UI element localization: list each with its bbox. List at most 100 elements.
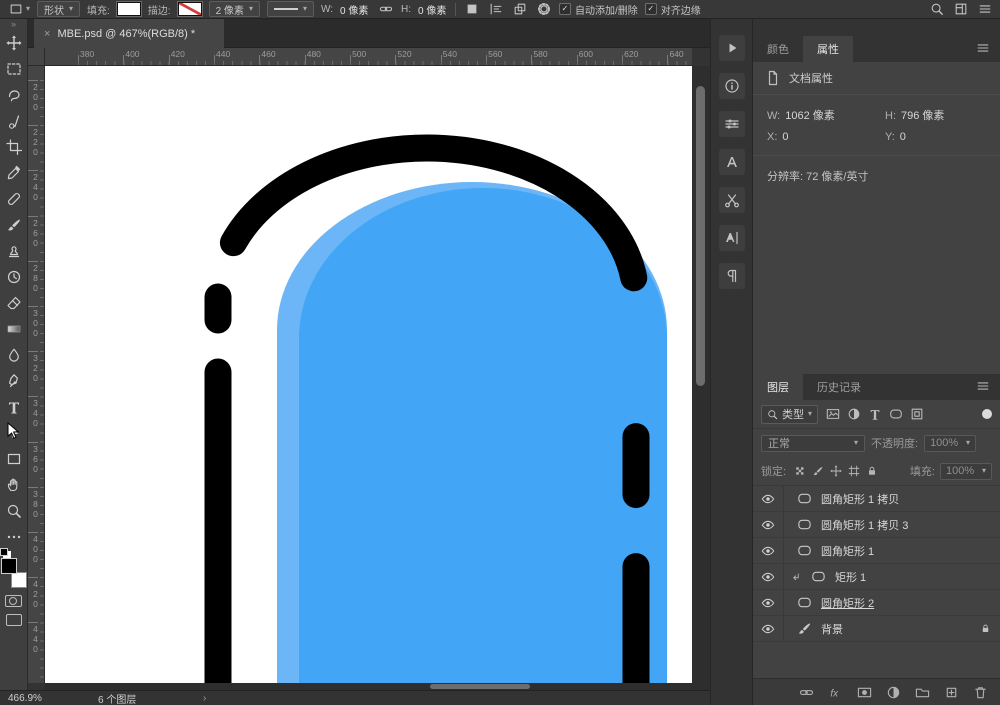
clone-stamp-tool[interactable] bbox=[2, 239, 26, 263]
filter-adjustment-layers-button[interactable] bbox=[844, 405, 863, 424]
scrollbar-thumb[interactable] bbox=[696, 86, 705, 386]
zoom-level[interactable]: 466.9% bbox=[8, 693, 98, 704]
close-icon[interactable]: × bbox=[44, 28, 50, 40]
tool-mode-select[interactable]: 形状 ▾ bbox=[37, 1, 81, 17]
layer-row[interactable]: 背景 bbox=[753, 616, 1000, 642]
layer-row[interactable]: 圆角矩形 1 拷贝 3 bbox=[753, 512, 1000, 538]
color-swatches[interactable] bbox=[0, 548, 27, 588]
link-dimensions-icon[interactable] bbox=[377, 1, 394, 18]
search-icon[interactable] bbox=[928, 1, 945, 18]
horizontal-ruler[interactable]: 380 400 420 440 460 480 500 520 540 560 580 600 620 6… bbox=[45, 48, 692, 66]
blend-mode-select[interactable]: 正常 ▾ bbox=[761, 434, 865, 452]
fill-select[interactable]: 100% ▾ bbox=[940, 462, 992, 480]
layer-name[interactable]: 圆角矩形 1 bbox=[821, 543, 1000, 559]
canvas[interactable] bbox=[45, 66, 692, 683]
layer-name[interactable]: 圆角矩形 1 拷贝 3 bbox=[821, 517, 1000, 533]
gear-icon[interactable] bbox=[535, 1, 552, 18]
stroke-swatch[interactable] bbox=[177, 2, 202, 16]
healing-brush-tool[interactable] bbox=[2, 187, 26, 211]
blur-tool[interactable] bbox=[2, 343, 26, 367]
auto-add-delete-checkbox[interactable]: 自动添加/删除 bbox=[559, 2, 638, 17]
status-chevron[interactable]: › bbox=[203, 693, 206, 704]
align-edges-checkbox[interactable]: 对齐边缘 bbox=[644, 2, 701, 17]
layer-row[interactable]: 圆角矩形 1 拷贝 bbox=[753, 486, 1000, 512]
quick-mask-button[interactable] bbox=[5, 595, 22, 607]
opacity-select[interactable]: 100% ▾ bbox=[924, 434, 977, 452]
lock-all-button[interactable] bbox=[863, 463, 880, 480]
visibility-toggle[interactable] bbox=[753, 564, 784, 589]
path-alignment-button[interactable] bbox=[487, 1, 504, 18]
rectangle-tool[interactable] bbox=[2, 447, 26, 471]
gradient-tool[interactable] bbox=[2, 317, 26, 341]
screen-mode-button[interactable] bbox=[5, 614, 22, 626]
workspace-icon[interactable] bbox=[952, 1, 969, 18]
layer-name[interactable]: 圆角矩形 1 拷贝 bbox=[821, 491, 1000, 507]
height-value[interactable]: 0 像素 bbox=[418, 2, 448, 17]
vertical-ruler[interactable]: 200 220 240 260 280 300 320 340 360 380 400 420 440 bbox=[28, 66, 45, 683]
doc-height-field[interactable]: H: 796 像素 bbox=[885, 107, 986, 123]
layer-row[interactable]: 圆角矩形 2 bbox=[753, 590, 1000, 616]
lock-artboard-button[interactable] bbox=[845, 463, 862, 480]
path-arrangement-button[interactable] bbox=[511, 1, 528, 18]
eraser-tool[interactable] bbox=[2, 291, 26, 315]
visibility-toggle[interactable] bbox=[753, 590, 784, 615]
panel-menu-icon[interactable] bbox=[976, 379, 992, 395]
fill-swatch[interactable] bbox=[116, 2, 141, 16]
doc-y-field[interactable]: Y: 0 bbox=[885, 131, 986, 143]
filter-toggle[interactable] bbox=[982, 409, 992, 419]
doc-x-field[interactable]: X: 0 bbox=[767, 131, 885, 143]
info-panel-button[interactable] bbox=[718, 73, 745, 99]
clip-panel-button[interactable] bbox=[718, 187, 745, 213]
new-group-button[interactable] bbox=[912, 682, 932, 702]
doc-width-field[interactable]: W: 1062 像素 bbox=[767, 107, 885, 123]
pen-tool[interactable] bbox=[2, 369, 26, 393]
visibility-toggle[interactable] bbox=[753, 616, 784, 641]
lock-transparency-button[interactable] bbox=[791, 463, 808, 480]
tab-history[interactable]: 历史记录 bbox=[803, 374, 875, 400]
visibility-toggle[interactable] bbox=[753, 538, 784, 563]
edit-toolbar-button[interactable] bbox=[2, 525, 26, 549]
path-selection-tool[interactable] bbox=[2, 421, 26, 445]
type-tool[interactable] bbox=[2, 395, 26, 419]
new-layer-button[interactable] bbox=[941, 682, 961, 702]
filter-pixel-layers-button[interactable] bbox=[823, 405, 842, 424]
hand-tool[interactable] bbox=[2, 473, 26, 497]
brush-tool[interactable] bbox=[2, 213, 26, 237]
delete-layer-button[interactable] bbox=[970, 682, 990, 702]
expand-panels-button[interactable] bbox=[718, 35, 745, 61]
width-value[interactable]: 0 像素 bbox=[340, 2, 370, 17]
filter-type-layers-button[interactable] bbox=[865, 405, 884, 424]
visibility-toggle[interactable] bbox=[753, 512, 784, 537]
adjustment-layer-button[interactable] bbox=[883, 682, 903, 702]
toolbar-collapse-button[interactable]: » bbox=[11, 19, 16, 30]
tab-color[interactable]: 颜色 bbox=[753, 36, 803, 62]
layer-name[interactable]: 背景 bbox=[821, 621, 980, 637]
eyedropper-tool[interactable] bbox=[2, 161, 26, 185]
tool-preview-button[interactable]: ▾ bbox=[7, 1, 30, 18]
filter-shape-layers-button[interactable] bbox=[886, 405, 905, 424]
document-tab[interactable]: × MBE.psd @ 467%(RGB/8) * bbox=[34, 19, 224, 48]
character-panel-button[interactable] bbox=[718, 225, 745, 251]
background-color-swatch[interactable] bbox=[10, 572, 27, 588]
lock-paint-button[interactable] bbox=[809, 463, 826, 480]
panel-menu-icon[interactable] bbox=[976, 41, 992, 57]
lasso-tool[interactable] bbox=[2, 83, 26, 107]
panel-menu-icon[interactable] bbox=[976, 1, 993, 18]
add-layer-mask-button[interactable] bbox=[854, 682, 874, 702]
stroke-style-select[interactable]: ▾ bbox=[266, 1, 314, 17]
styles-panel-button[interactable] bbox=[718, 149, 745, 175]
move-tool[interactable] bbox=[2, 31, 26, 55]
crop-tool[interactable] bbox=[2, 135, 26, 159]
stroke-width-select[interactable]: 2 像素 ▾ bbox=[208, 1, 260, 17]
vertical-scrollbar[interactable] bbox=[692, 66, 710, 690]
adjustments-panel-button[interactable] bbox=[718, 111, 745, 137]
filter-type-select[interactable]: 类型 ▾ bbox=[761, 404, 819, 424]
layer-name[interactable]: 圆角矩形 2 bbox=[821, 595, 1000, 611]
default-colors-icon[interactable] bbox=[0, 548, 8, 556]
ruler-origin[interactable] bbox=[28, 48, 45, 66]
scrollbar-thumb[interactable] bbox=[430, 684, 530, 689]
tab-layers[interactable]: 图层 bbox=[753, 374, 803, 400]
layer-row[interactable]: 矩形 1 bbox=[753, 564, 1000, 590]
zoom-tool[interactable] bbox=[2, 499, 26, 523]
layer-row[interactable]: 圆角矩形 1 bbox=[753, 538, 1000, 564]
